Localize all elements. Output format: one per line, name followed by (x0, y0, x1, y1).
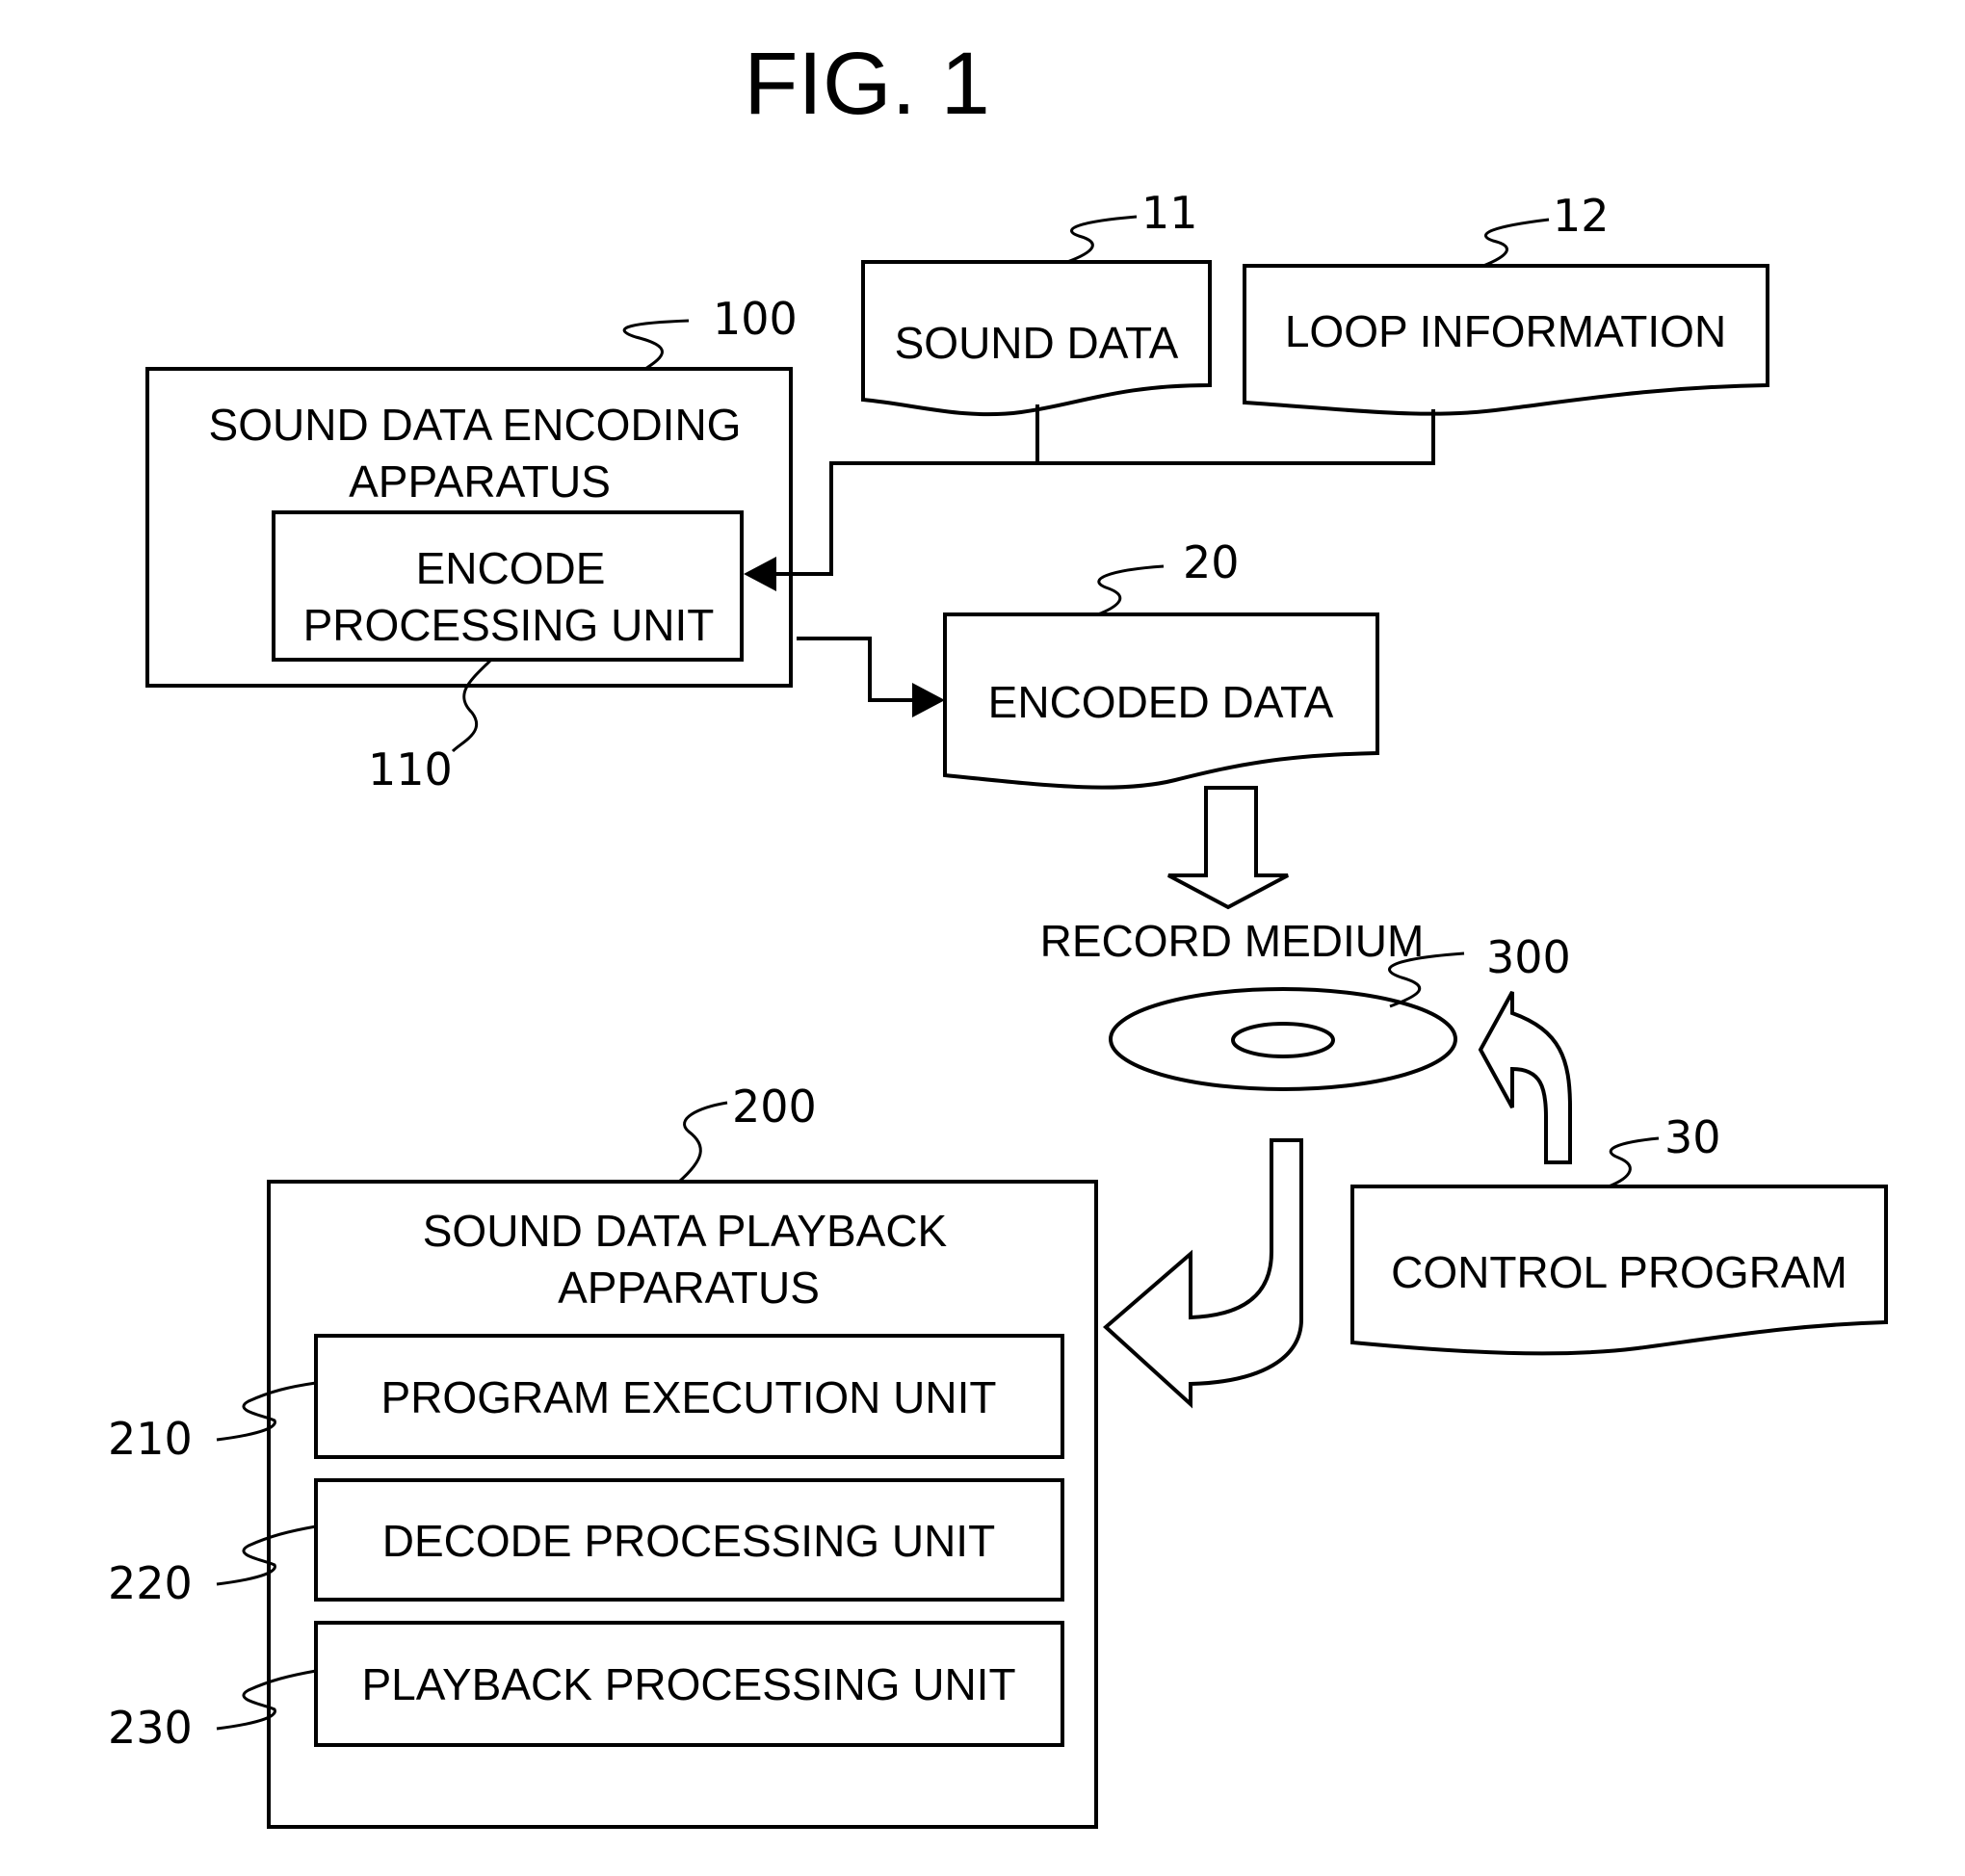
ref-300: 300 (1486, 931, 1571, 983)
download-curved-arrow-icon (1102, 1138, 1303, 1409)
ref-20: 20 (1183, 536, 1240, 588)
unit-playback-processing: PLAYBACK PROCESSING UNIT 230 (108, 1621, 1064, 1754)
unit-label: PLAYBACK PROCESSING UNIT (361, 1659, 1015, 1709)
fig1-diagram: FIG. 1 SOUND DATA ENCODING APPARATUS 100… (108, 35, 1888, 1829)
playback-apparatus-label-2: APPARATUS (558, 1263, 820, 1313)
encoded-output-line (797, 637, 915, 702)
encoded-data-label: ENCODED DATA (988, 677, 1334, 727)
ref-220: 220 (108, 1557, 193, 1609)
loop-information-block: LOOP INFORMATION 12 (1243, 190, 1769, 416)
record-medium-label: RECORD MEDIUM (1040, 916, 1425, 966)
disc-hole-icon (1231, 1022, 1335, 1058)
ref-leader-200 (678, 1101, 728, 1184)
ref-110: 110 (368, 743, 453, 795)
ref-leader-12 (1482, 218, 1550, 268)
sound-data-label: SOUND DATA (895, 318, 1179, 368)
disc-icon (1109, 987, 1457, 1091)
encode-unit-label-2: PROCESSING UNIT (303, 600, 715, 650)
control-program-block: CONTROL PROGRAM 30 (1350, 1111, 1888, 1356)
upload-curved-arrow-icon (1478, 991, 1572, 1164)
record-down-arrow-icon (1167, 786, 1289, 910)
unit-label: PROGRAM EXECUTION UNIT (381, 1372, 997, 1422)
encoding-apparatus-label-2: APPARATUS (349, 456, 611, 507)
ref-11: 11 (1141, 187, 1198, 239)
ref-200: 200 (732, 1081, 817, 1133)
ref-leader-100 (622, 319, 690, 371)
unit-label: DECODE PROCESSING UNIT (382, 1516, 995, 1566)
ref-100: 100 (713, 293, 798, 345)
loop-information-label: LOOP INFORMATION (1285, 306, 1726, 356)
control-program-label: CONTROL PROGRAM (1391, 1247, 1847, 1297)
figure-title: FIG. 1 (744, 35, 990, 133)
ref-30: 30 (1664, 1111, 1721, 1163)
ref-12: 12 (1553, 190, 1610, 242)
ref-leader-30 (1608, 1136, 1660, 1188)
output-arrowhead-icon (912, 683, 945, 717)
encoding-apparatus-label-1: SOUND DATA ENCODING (209, 400, 742, 450)
output-connector (797, 637, 945, 717)
encode-processing-unit-block: ENCODE PROCESSING UNIT 110 (272, 510, 744, 795)
unit-program-execution: PROGRAM EXECUTION UNIT 210 (108, 1334, 1064, 1465)
ref-210: 210 (108, 1413, 193, 1465)
input-connector (744, 404, 1435, 591)
encode-unit-label-1: ENCODE (416, 543, 606, 593)
sound-data-block: SOUND DATA 11 (861, 187, 1212, 417)
ref-230: 230 (108, 1702, 193, 1754)
encoded-data-block: ENCODED DATA 20 (943, 536, 1379, 790)
ref-leader-20 (1097, 564, 1165, 616)
playback-apparatus-label-1: SOUND DATA PLAYBACK (423, 1206, 948, 1256)
ref-leader-11 (1066, 215, 1138, 264)
ref-leader-300 (1388, 951, 1465, 1008)
merge-connector (771, 409, 1435, 576)
unit-decode-processing: DECODE PROCESSING UNIT 220 (108, 1478, 1064, 1609)
